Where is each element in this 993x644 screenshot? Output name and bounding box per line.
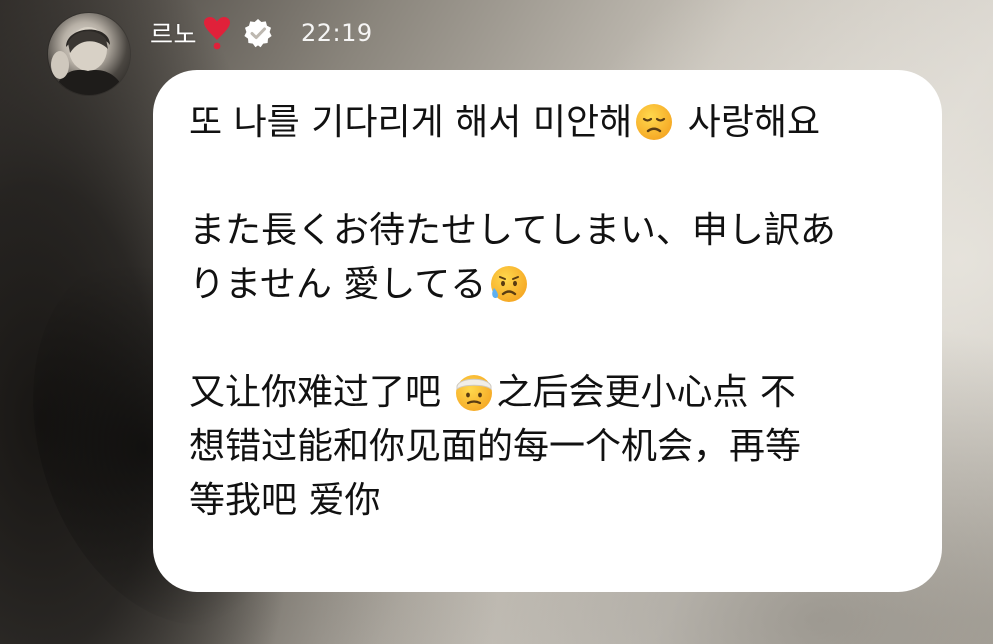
avatar[interactable] (48, 13, 130, 95)
japanese-line-1: また長くお待たせしてしまい、申し訳あ (189, 210, 836, 251)
verified-badge-icon (243, 18, 273, 48)
disappointed-face-emoji (634, 102, 674, 142)
anxious-face-with-sweat-emoji (488, 264, 528, 304)
korean-tail: 사랑해요 (676, 102, 821, 143)
chinese-line-3: 等我吧 爱你 (189, 480, 381, 521)
message-time: 22:19 (301, 19, 373, 47)
chinese-rest-1: 之后会更小心点 不 (496, 372, 796, 413)
message-bubble[interactable]: 또 나를 기다리게 해서 미안해 사랑해요 また長くお待たせしてしまい、申し訳あ… (153, 70, 942, 592)
heart-exclamation-icon (203, 16, 231, 50)
message-header: 르노 22:19 (150, 14, 373, 52)
sender-name[interactable]: 르노 (150, 15, 197, 51)
korean-paragraph: 또 나를 기다리게 해서 미안해 사랑해요 (189, 96, 912, 150)
japanese-paragraph: また長くお待たせしてしまい、申し訳あ りません 愛してる (189, 204, 912, 312)
avatar-portrait (51, 27, 126, 95)
chinese-lead: 又让你难过了吧 (189, 372, 453, 413)
message-text: 또 나를 기다리게 해서 미안해 사랑해요 また長くお待たせしてしまい、申し訳あ… (189, 96, 912, 528)
chinese-paragraph: 又让你难过了吧 之后会更小心点 不想错过能和你见面的每一个机会，再等 等我吧 爱你 (189, 366, 912, 528)
chinese-line-2: 想错过能和你见面的每一个机会，再等 (189, 426, 802, 467)
japanese-line-2: りません 愛してる (189, 264, 487, 305)
face-with-head-bandage-emoji (454, 372, 494, 412)
korean-text: 또 나를 기다리게 해서 미안해 (189, 102, 633, 143)
